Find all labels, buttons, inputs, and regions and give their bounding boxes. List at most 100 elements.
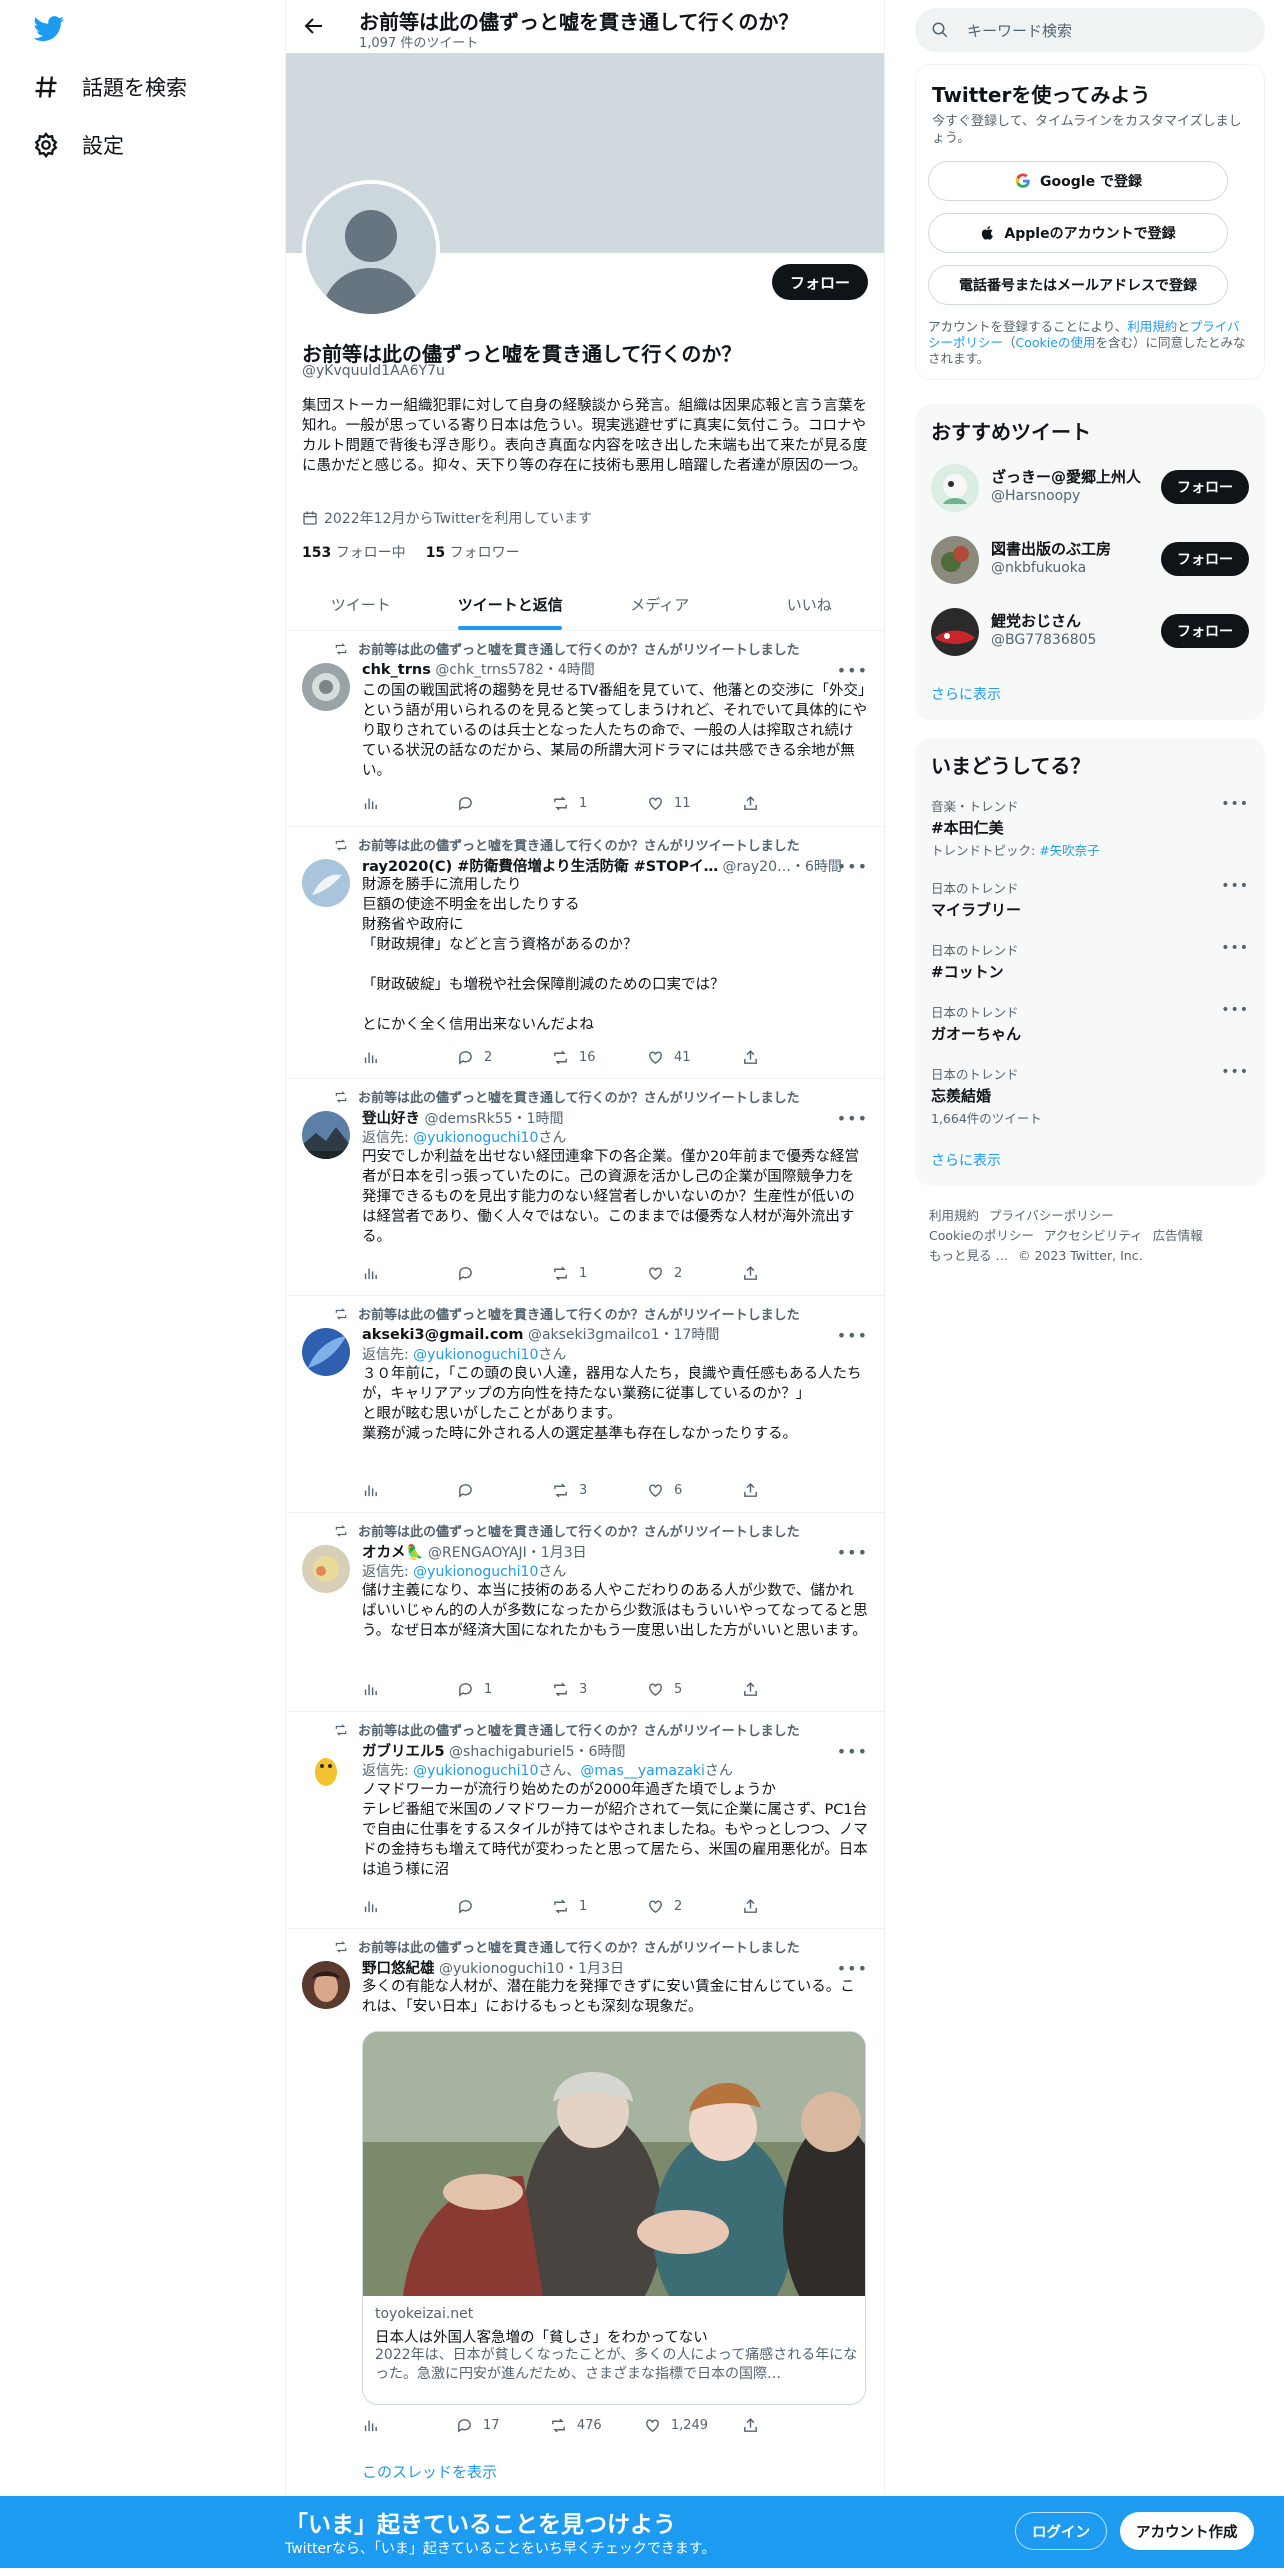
profile-avatar[interactable]	[302, 180, 440, 318]
reply-button[interactable]: 2	[457, 1047, 517, 1067]
reply-to-link[interactable]: @yukionoguchi10	[413, 1130, 538, 1146]
more-options-icon[interactable]: •••	[1221, 1002, 1249, 1018]
footer-cookie-link[interactable]: Cookieのポリシー	[929, 1228, 1034, 1243]
like-button[interactable]: 1,249	[644, 2415, 708, 2435]
retweet-button[interactable]: 3	[552, 1679, 612, 1699]
cookie-link[interactable]: Cookieの使用	[1016, 335, 1096, 350]
avatar[interactable]	[302, 1545, 350, 1593]
tweet[interactable]: お前等は此の儘ずっと嘘を貫き通して行くのか？さんがリツイートしました 野口悠紀雄…	[286, 1929, 884, 2496]
more-options-icon[interactable]: •••	[837, 857, 868, 876]
reply-button[interactable]	[457, 1263, 517, 1283]
more-options-icon[interactable]: •••	[837, 1742, 868, 1761]
analytics-button[interactable]	[362, 1679, 422, 1699]
twitter-logo-icon[interactable]	[33, 16, 65, 42]
avatar[interactable]	[302, 1961, 350, 2009]
retweet-button[interactable]: 476	[550, 2415, 610, 2435]
tab-likes[interactable]: いいね	[735, 578, 885, 630]
retweet-button[interactable]: 3	[552, 1480, 612, 1500]
reply-button[interactable]	[457, 793, 517, 813]
footer-privacy-link[interactable]: プライバシーポリシー	[989, 1208, 1114, 1223]
more-options-icon[interactable]: •••	[1221, 940, 1249, 956]
recommended-user[interactable]: ざっきー@愛郷上州人 @Harsnoopy フォロー	[931, 462, 1249, 514]
tweet[interactable]: お前等は此の儘ずっと嘘を貫き通して行くのか？さんがリツイートしました aksek…	[286, 1296, 884, 1513]
like-button[interactable]: 2	[647, 1263, 707, 1283]
followers-link[interactable]: 15 フォロワー	[426, 542, 520, 562]
follow-button[interactable]: フォロー	[771, 264, 868, 300]
retweet-button[interactable]: 16	[552, 1047, 612, 1067]
follow-button[interactable]: フォロー	[1161, 470, 1249, 504]
like-button[interactable]: 2	[647, 1896, 707, 1916]
reply-button[interactable]	[457, 1896, 517, 1916]
analytics-button[interactable]	[362, 2415, 422, 2435]
more-options-icon[interactable]: •••	[837, 1326, 868, 1345]
retweet-button[interactable]: 1	[552, 793, 612, 813]
more-options-icon[interactable]: •••	[1221, 796, 1249, 812]
footer-ads-link[interactable]: 広告情報	[1153, 1228, 1203, 1243]
share-button[interactable]	[742, 1480, 802, 1500]
footer-accessibility-link[interactable]: アクセシビリティ	[1044, 1228, 1143, 1243]
avatar[interactable]	[302, 1328, 350, 1376]
trend-item[interactable]: 日本のトレンド マイラブリー •••	[931, 878, 1249, 920]
trend-topic-link[interactable]: #矢吹奈子	[1039, 843, 1099, 858]
terms-link[interactable]: 利用規約	[1127, 319, 1177, 334]
search-input[interactable]: キーワード検索	[915, 8, 1265, 52]
more-options-icon[interactable]: •••	[837, 1109, 868, 1128]
tweet[interactable]: お前等は此の儘ずっと嘘を貫き通して行くのか？さんがリツイートしました 登山好き …	[286, 1079, 884, 1296]
reply-to-link[interactable]: @yukionoguchi10	[413, 1763, 538, 1779]
more-options-icon[interactable]: •••	[837, 661, 868, 680]
show-more-link[interactable]: さらに表示	[931, 684, 1001, 704]
phone-email-signup-button[interactable]: 電話番号またはメールアドレスで登録	[928, 265, 1228, 305]
following-link[interactable]: 153 フォロー中	[302, 542, 406, 562]
avatar[interactable]	[302, 859, 350, 907]
analytics-button[interactable]	[362, 1480, 422, 1500]
more-options-icon[interactable]: •••	[1221, 878, 1249, 894]
follow-button[interactable]: フォロー	[1161, 542, 1249, 576]
like-button[interactable]: 6	[647, 1480, 707, 1500]
tab-media[interactable]: メディア	[585, 578, 735, 630]
reply-to-link[interactable]: @yukionoguchi10	[413, 1564, 538, 1580]
footer-terms-link[interactable]: 利用規約	[929, 1208, 979, 1223]
retweet-button[interactable]: 1	[552, 1896, 612, 1916]
nav-settings[interactable]: 設定	[32, 130, 124, 160]
analytics-button[interactable]	[362, 1263, 422, 1283]
footer-more-link[interactable]: もっと見る …	[929, 1248, 1008, 1263]
google-signup-button[interactable]: Google で登録	[928, 161, 1228, 201]
analytics-button[interactable]	[362, 793, 422, 813]
reply-button[interactable]: 17	[456, 2415, 516, 2435]
show-thread-link[interactable]: このスレッドを表示	[362, 2461, 497, 2482]
trend-item[interactable]: 日本のトレンド #コットン •••	[931, 940, 1249, 982]
like-button[interactable]: 11	[647, 793, 707, 813]
trend-item[interactable]: 音楽・トレンド #本田仁美 トレンドトピック: #矢吹奈子 •••	[931, 796, 1249, 859]
share-button[interactable]	[742, 1896, 802, 1916]
nav-explore[interactable]: 話題を検索	[32, 72, 187, 102]
reply-button[interactable]: 1	[457, 1679, 517, 1699]
back-arrow-icon[interactable]	[302, 14, 326, 38]
reply-button[interactable]	[457, 1480, 517, 1500]
tweet[interactable]: お前等は此の儘ずっと嘘を貫き通して行くのか？さんがリツイートしました chk_t…	[286, 631, 884, 827]
tweet[interactable]: お前等は此の儘ずっと嘘を貫き通して行くのか？さんがリツイートしました ガブリエル…	[286, 1712, 884, 1929]
tab-tweets-and-replies[interactable]: ツイートと返信	[436, 578, 586, 630]
reply-to-link[interactable]: @mas__yamazaki	[580, 1763, 705, 1779]
like-button[interactable]: 41	[647, 1047, 707, 1067]
tweet[interactable]: お前等は此の儘ずっと嘘を貫き通して行くのか？さんがリツイートしました オカメ🦜 …	[286, 1513, 884, 1712]
apple-signup-button[interactable]: Appleのアカウントで登録	[928, 213, 1228, 253]
avatar[interactable]	[302, 663, 350, 711]
show-more-link[interactable]: さらに表示	[931, 1150, 1001, 1170]
create-account-button[interactable]: アカウント作成	[1120, 2512, 1254, 2550]
more-options-icon[interactable]: •••	[837, 1959, 868, 1978]
trend-item[interactable]: 日本のトレンド 忘羨結婚 1,664件のツイート •••	[931, 1064, 1249, 1127]
avatar[interactable]	[302, 1744, 350, 1792]
share-button[interactable]	[742, 1679, 802, 1699]
analytics-button[interactable]	[362, 1896, 422, 1916]
share-button[interactable]	[742, 1263, 802, 1283]
like-button[interactable]: 5	[647, 1679, 707, 1699]
share-button[interactable]	[742, 1047, 802, 1067]
retweet-button[interactable]: 1	[552, 1263, 612, 1283]
tweet[interactable]: お前等は此の儘ずっと嘘を貫き通して行くのか？さんがリツイートしました ray20…	[286, 827, 884, 1079]
link-card[interactable]: toyokeizai.net 日本人は外国人客急増の「貧しさ」をわかってない 2…	[362, 2031, 866, 2405]
reply-to-link[interactable]: @yukionoguchi10	[413, 1347, 538, 1363]
share-button[interactable]	[742, 2415, 802, 2435]
more-options-icon[interactable]: •••	[1221, 1064, 1249, 1080]
recommended-user[interactable]: 鯉党おじさん @BG77836805 フォロー	[931, 606, 1249, 658]
trend-item[interactable]: 日本のトレンド ガオーちゃん •••	[931, 1002, 1249, 1044]
